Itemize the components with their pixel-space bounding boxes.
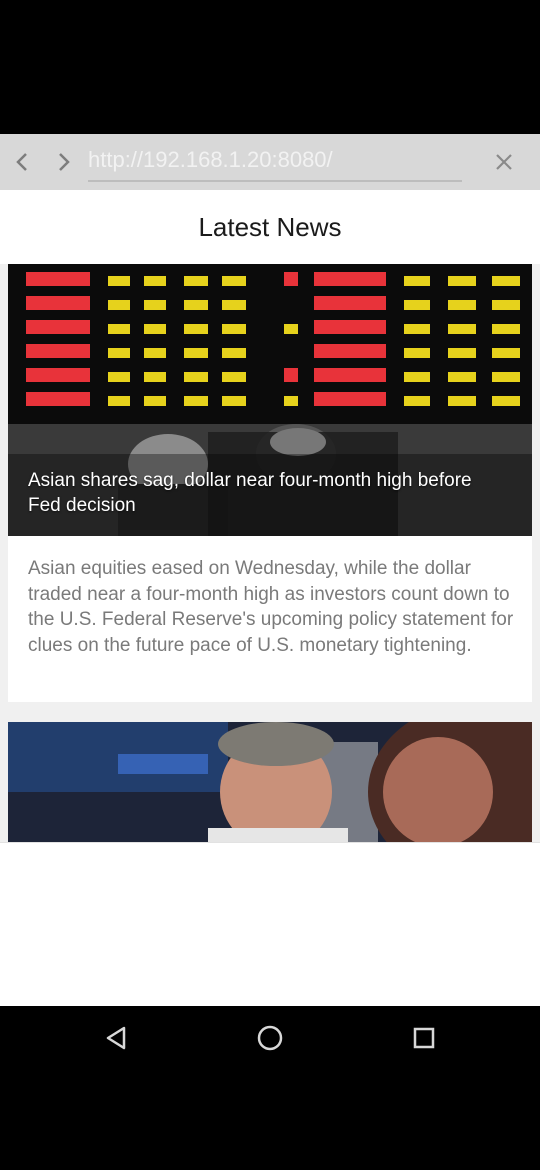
close-icon: [496, 154, 512, 170]
news-card[interactable]: Asian shares sag, dollar near four-month…: [8, 264, 532, 702]
system-recents-button[interactable]: [404, 1020, 444, 1056]
page-title: Latest News: [0, 190, 540, 264]
back-button[interactable]: [2, 134, 42, 190]
url-text: http://192.168.1.20:8080/: [88, 147, 333, 172]
status-bar: [0, 0, 540, 134]
blank-area: [0, 842, 540, 1007]
web-content: Latest News Asian shares sag, dollar nea…: [0, 190, 540, 842]
forward-button[interactable]: [44, 134, 84, 190]
chevron-right-icon: [59, 153, 70, 171]
article-summary: Asian equities eased on Wednesday, while…: [28, 558, 514, 656]
system-back-button[interactable]: [96, 1020, 136, 1056]
square-recents-icon: [413, 1027, 435, 1049]
triangle-back-icon: [106, 1026, 126, 1050]
article-headline[interactable]: Asian shares sag, dollar near four-month…: [28, 468, 498, 518]
news-card[interactable]: [8, 722, 532, 842]
close-button[interactable]: [484, 134, 524, 190]
system-home-button[interactable]: [250, 1020, 290, 1056]
article-image[interactable]: Asian shares sag, dollar near four-month…: [8, 264, 532, 536]
chevron-left-icon: [16, 153, 27, 171]
browser-toolbar: http://192.168.1.20:8080/: [0, 134, 540, 190]
circle-home-icon: [257, 1025, 283, 1051]
trader-portrait-photo[interactable]: [8, 722, 532, 842]
url-field[interactable]: http://192.168.1.20:8080/: [88, 144, 462, 182]
